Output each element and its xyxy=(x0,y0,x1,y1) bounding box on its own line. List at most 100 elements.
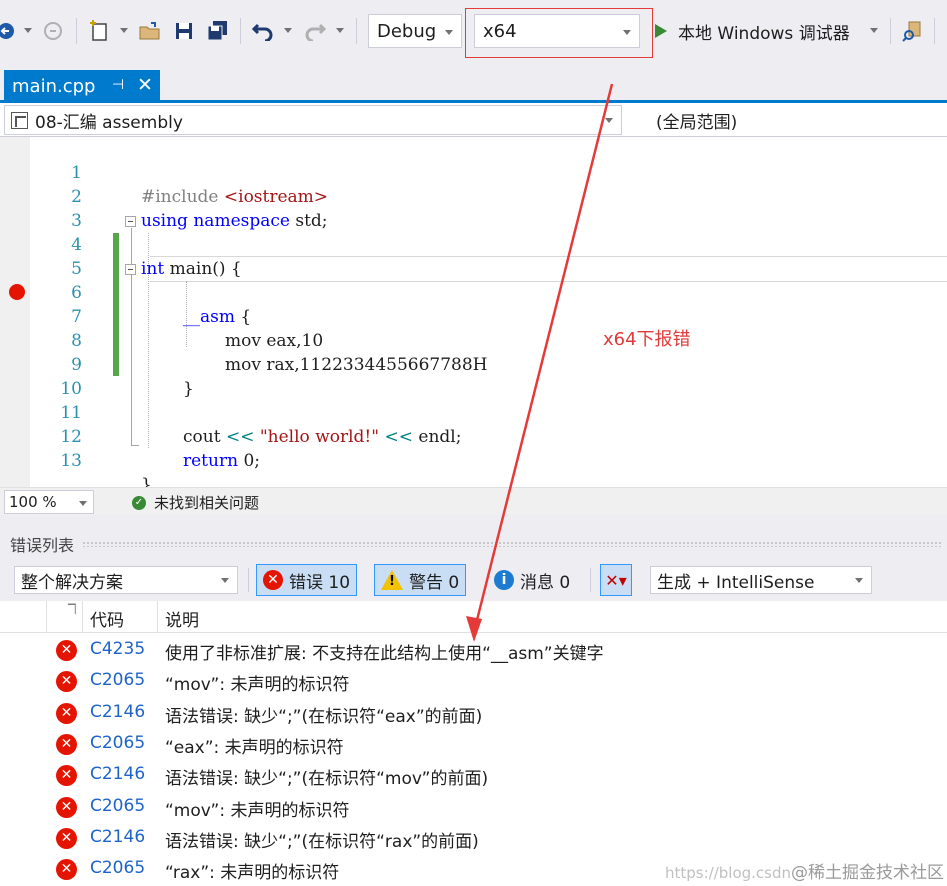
chevron-down-icon xyxy=(605,118,613,123)
configuration-select[interactable]: Debug xyxy=(368,14,462,48)
error-row[interactable]: ✕ C2146 语法错误: 缺少“;”(在标识符“eax”的前面) xyxy=(0,698,947,729)
play-icon xyxy=(655,24,667,38)
chevron-down-icon xyxy=(79,501,87,506)
check-icon: ✓ xyxy=(132,495,146,510)
undo-dropdown-icon[interactable] xyxy=(284,28,292,33)
error-description: “rax”: 未声明的标识符 xyxy=(165,863,340,883)
editor-status-bar: 100 % ✓ 未找到相关问题 xyxy=(0,487,947,515)
save-all-icon[interactable] xyxy=(204,14,232,48)
error-icon: ✕ xyxy=(56,703,77,724)
errors-filter-label: 错误 10 xyxy=(289,572,351,593)
project-icon xyxy=(11,112,28,129)
error-list-title-bar: 错误列表 xyxy=(0,529,947,559)
code-line: 3 xyxy=(0,185,947,231)
platform-highlight-box xyxy=(465,8,653,58)
error-code-link[interactable]: C2146 xyxy=(90,702,145,722)
annotation-text: x64下报错 xyxy=(603,329,691,350)
error-code-link[interactable]: C2065 xyxy=(90,858,145,878)
column-header-code[interactable]: 代码 xyxy=(90,606,124,631)
clear-filter-icon[interactable]: ✕▾ xyxy=(600,564,632,596)
build-filter-value: 生成 + IntelliSense xyxy=(657,572,815,593)
find-in-files-icon[interactable] xyxy=(898,14,926,48)
error-grid-header: ▔▏ 代码 说明 xyxy=(0,601,947,633)
start-debugging-button[interactable]: 本地 Windows 调试器 xyxy=(654,14,882,48)
chevron-down-icon xyxy=(445,30,453,35)
code-line: 6 __asm { xyxy=(0,257,947,327)
navigation-bar: 08-汇编 assembly (全局范围) xyxy=(0,103,947,137)
build-filter-select[interactable]: 生成 + IntelliSense xyxy=(650,566,872,594)
error-code-link[interactable]: C2065 xyxy=(90,733,145,753)
error-icon: ✕ xyxy=(56,640,77,661)
error-description: “mov”: 未声明的标识符 xyxy=(165,675,350,695)
error-row[interactable]: ✕ C2146 语法错误: 缺少“;”(在标识符“rax”的前面) xyxy=(0,823,947,854)
redo-icon[interactable] xyxy=(302,14,328,48)
project-name: 08-汇编 assembly xyxy=(35,112,183,133)
issues-status-text: 未找到相关问题 xyxy=(154,494,260,512)
error-description: 语法错误: 缺少“;”(在标识符“rax”的前面) xyxy=(165,832,479,852)
scope-select[interactable]: (全局范围) xyxy=(630,105,947,135)
back-dropdown-icon[interactable] xyxy=(24,28,32,33)
open-folder-icon[interactable] xyxy=(136,14,164,48)
new-project-icon[interactable] xyxy=(86,14,114,48)
error-list-toolbar: 整个解决方案 ✕ 错误 10 警告 0 i 消息 0 ✕▾ 生成 + Intel… xyxy=(0,559,947,601)
errors-filter-button[interactable]: ✕ 错误 10 xyxy=(256,564,358,596)
error-description: 使用了非标准扩展: 不支持在此结构上使用“__asm”关键字 xyxy=(165,644,604,664)
error-scope-select[interactable]: 整个解决方案 xyxy=(14,566,238,594)
project-select[interactable]: 08-汇编 assembly xyxy=(4,105,622,135)
error-description: 语法错误: 缺少“;”(在标识符“eax”的前面) xyxy=(165,707,483,727)
redo-dropdown-icon[interactable] xyxy=(336,28,344,33)
error-list-title: 错误列表 xyxy=(10,536,75,555)
back-icon[interactable] xyxy=(0,14,16,48)
watermark-url: https://blog.csdn xyxy=(665,864,792,882)
error-row[interactable]: ✕ C4235 使用了非标准扩展: 不支持在此结构上使用“__asm”关键字 xyxy=(0,635,947,666)
forward-icon[interactable] xyxy=(42,14,64,48)
code-line: 12 return 0; xyxy=(0,401,947,471)
warnings-filter-button[interactable]: 警告 0 xyxy=(374,564,467,596)
code-editor[interactable]: 1 #include <iostream> 2 using namespace … xyxy=(0,137,947,495)
code-line: 9 } xyxy=(0,329,947,399)
info-icon: i xyxy=(494,570,514,590)
error-row[interactable]: ✕ C2065 “mov”: 未声明的标识符 xyxy=(0,792,947,823)
code-line: 8 mov rax,1122334455667788H xyxy=(0,305,947,375)
close-icon[interactable]: ✕ xyxy=(137,74,153,96)
error-code-link[interactable]: C2065 xyxy=(90,670,145,690)
pin-icon[interactable]: ⊣ xyxy=(112,77,124,93)
error-description: 语法错误: 缺少“;”(在标识符“mov”的前面) xyxy=(165,769,489,789)
error-code-link[interactable]: C2146 xyxy=(90,764,145,784)
undo-icon[interactable] xyxy=(250,14,276,48)
error-icon: ✕ xyxy=(56,797,77,818)
chevron-down-icon xyxy=(855,578,863,583)
code-line: 13 } xyxy=(0,425,947,495)
sort-icon[interactable]: ▔▏ xyxy=(68,605,82,615)
error-row[interactable]: ✕ C2146 语法错误: 缺少“;”(在标识符“mov”的前面) xyxy=(0,760,947,791)
save-icon[interactable] xyxy=(170,14,198,48)
code-line: 7 mov eax,10 xyxy=(0,281,947,351)
new-dropdown-icon[interactable] xyxy=(120,28,128,33)
tab-main-cpp[interactable]: main.cpp ⊣ ✕ xyxy=(4,70,160,102)
document-tab-strip: main.cpp ⊣ ✕ xyxy=(0,62,947,102)
panel-splitter[interactable] xyxy=(0,515,947,529)
code-line: 1 #include <iostream> xyxy=(0,137,947,207)
column-header-description[interactable]: 说明 xyxy=(165,606,199,631)
messages-filter-button[interactable]: i 消息 0 xyxy=(488,564,576,596)
error-code-link[interactable]: C2065 xyxy=(90,796,145,816)
error-row[interactable]: ✕ C2065 “eax”: 未声明的标识符 xyxy=(0,729,947,760)
error-scope-value: 整个解决方案 xyxy=(21,572,123,593)
tab-filename: main.cpp xyxy=(12,75,96,97)
error-icon: ✕ xyxy=(56,734,77,755)
watermark: https://blog.csdn@稀土掘金技术社区 xyxy=(665,858,944,883)
error-icon: ✕ xyxy=(56,859,77,880)
run-label: 本地 Windows 调试器 xyxy=(678,23,850,44)
run-dropdown-icon[interactable] xyxy=(870,28,878,33)
issues-status[interactable]: ✓ 未找到相关问题 xyxy=(132,492,259,513)
error-icon: ✕ xyxy=(263,570,283,590)
error-description: “mov”: 未声明的标识符 xyxy=(165,801,350,821)
error-code-link[interactable]: C2146 xyxy=(90,827,145,847)
warning-icon xyxy=(381,570,403,590)
error-code-link[interactable]: C4235 xyxy=(90,639,145,659)
error-row[interactable]: ✕ C2065 “mov”: 未声明的标识符 xyxy=(0,666,947,697)
error-description: “eax”: 未声明的标识符 xyxy=(165,738,344,758)
zoom-select[interactable]: 100 % xyxy=(4,490,94,514)
code-token: return xyxy=(183,451,239,471)
code-line: 5 xyxy=(0,233,947,279)
